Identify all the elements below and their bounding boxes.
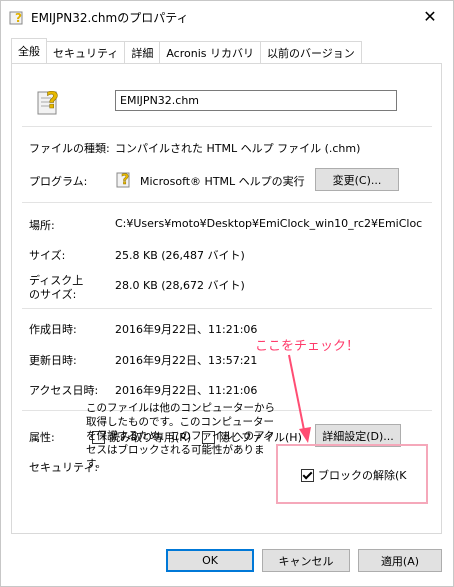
highlight-box <box>276 444 428 504</box>
filename-input[interactable]: EMIJPN32.chm <box>115 90 397 111</box>
type-value: コンパイルされた HTML ヘルプ ファイル (.chm) <box>115 142 361 155</box>
security-message: このファイルは他のコンピューターから取得したものです。このコンピューターを保護す… <box>86 402 275 470</box>
chm-file-large-icon: ? <box>37 89 59 115</box>
cancel-button[interactable]: キャンセル <box>262 549 350 572</box>
ok-button[interactable]: OK <box>166 549 254 572</box>
accessed-value: 2016年9月22日、11:21:06 <box>115 384 258 397</box>
attributes-label: 属性: <box>29 431 55 444</box>
apply-button[interactable]: 適用(A) <box>358 549 442 572</box>
disk-size-label-line2: のサイズ: <box>29 288 77 301</box>
accessed-label: アクセス日時: <box>29 384 99 397</box>
title-bar: ? EMIJPN32.chmのプロパティ ✕ <box>1 1 453 31</box>
tab-security[interactable]: セキュリティ <box>46 41 126 63</box>
annotation-arrow-icon <box>288 354 311 443</box>
modified-value: 2016年9月22日、13:57:21 <box>115 354 258 367</box>
size-value: 25.8 KB (26,487 バイト) <box>115 249 245 262</box>
html-help-icon: ? <box>116 172 130 188</box>
divider <box>22 126 432 127</box>
tab-strip: 全般 セキュリティ 詳細 Acronis リカバリ 以前のバージョン <box>11 38 362 63</box>
created-label: 作成日時: <box>29 323 77 336</box>
window-title: EMIJPN32.chmのプロパティ <box>31 11 189 25</box>
svg-text:?: ? <box>121 172 129 188</box>
chm-file-icon: ? <box>9 11 23 25</box>
tab-details[interactable]: 詳細 <box>124 41 161 63</box>
modified-label: 更新日時: <box>29 354 77 367</box>
location-value: C:¥Users¥moto¥Desktop¥EmiClock_win10_rc2… <box>115 217 423 230</box>
close-button[interactable]: ✕ <box>407 1 453 31</box>
divider <box>22 202 432 203</box>
svg-text:?: ? <box>15 11 22 25</box>
svg-text:?: ? <box>46 89 59 114</box>
created-value: 2016年9月22日、11:21:06 <box>115 323 258 336</box>
program-value: Microsoft® HTML ヘルプの実行 <box>140 175 305 188</box>
tab-acronis[interactable]: Acronis リカバリ <box>159 41 261 63</box>
tab-previous-versions[interactable]: 以前のバージョン <box>260 41 362 63</box>
size-label: サイズ: <box>29 249 66 262</box>
location-label: 場所: <box>29 219 55 232</box>
program-label: プログラム: <box>29 175 88 188</box>
disk-size-value: 28.0 KB (28,672 バイト) <box>115 279 245 292</box>
close-icon: ✕ <box>423 6 437 26</box>
tab-general[interactable]: 全般 <box>11 38 47 63</box>
properties-window: ? EMIJPN32.chmのプロパティ ✕ 全般 セキュリティ 詳細 Acro… <box>0 0 454 587</box>
divider <box>22 308 432 309</box>
type-label: ファイルの種類: <box>29 142 110 155</box>
change-program-button[interactable]: 変更(C)... <box>315 168 399 191</box>
